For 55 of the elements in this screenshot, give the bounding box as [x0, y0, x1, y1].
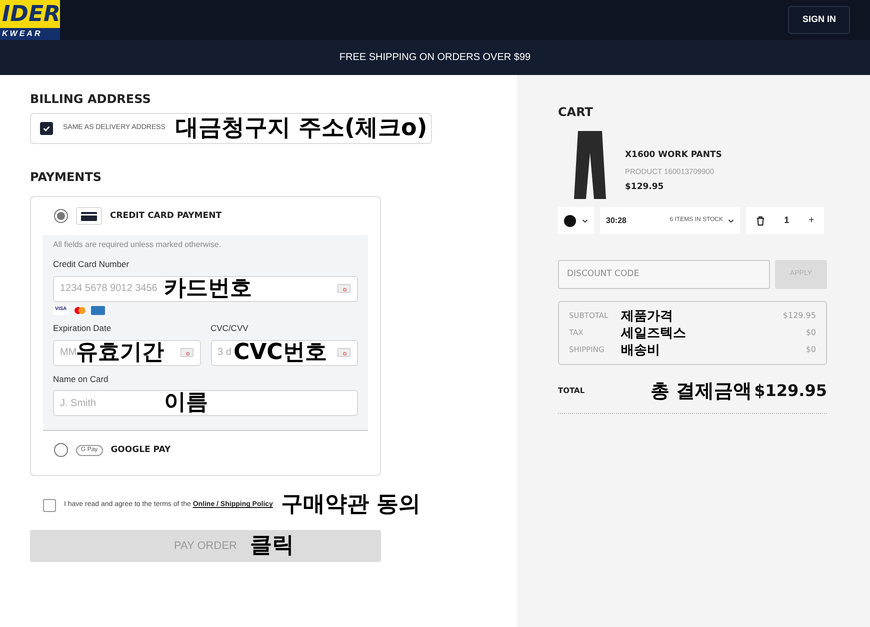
- product-name: X1600 WORK PANTS: [625, 149, 722, 162]
- summary-value: $129.95: [782, 310, 816, 322]
- annotation-text: 배송비: [621, 344, 661, 356]
- section-title: PAYMENTS: [30, 169, 103, 186]
- placeholder-text: 1234 5678 9012 3456: [60, 282, 158, 296]
- placeholder-text: MM: [60, 346, 77, 360]
- field-label: CVC/CVV: [210, 322, 250, 334]
- color-select[interactable]: [558, 207, 594, 234]
- chevron-down-icon: [582, 218, 588, 222]
- field-label: Name on Card: [53, 372, 110, 386]
- increase-button[interactable]: +: [808, 213, 814, 228]
- option-label: CREDIT CARD PAYMENT: [110, 210, 222, 222]
- annotation-text: 이름: [164, 392, 208, 414]
- field-label: Credit Card Number: [53, 258, 130, 271]
- trash-icon[interactable]: [756, 216, 765, 226]
- annotation-text: 유효기간: [76, 342, 164, 364]
- card-icon: [337, 284, 351, 294]
- logo[interactable]: IDER KWEAR: [0, 0, 60, 40]
- quantity-value: 1: [784, 214, 790, 227]
- placeholder-text: DISCOUNT CODE: [567, 268, 640, 281]
- checkbox[interactable]: [43, 498, 56, 512]
- credit-card-icon: [76, 207, 102, 225]
- input-field[interactable]: 1234 5678 9012 3456 카드번호: [53, 276, 358, 302]
- annotation-text: 총 결제금액: [650, 382, 752, 400]
- radio-button[interactable]: [54, 209, 68, 223]
- size-value: 30:28: [606, 214, 626, 226]
- summary-value: $0: [806, 344, 816, 356]
- card-icon: [180, 348, 194, 357]
- option-label: GOOGLE PAY: [110, 444, 171, 457]
- annotation-text: 제품가격: [621, 310, 674, 322]
- field-label: Expiration Date: [53, 322, 112, 334]
- checkbox[interactable]: [40, 122, 53, 135]
- mastercard-logo: [72, 306, 87, 315]
- payment-option[interactable]: CREDIT CARD PAYMENT: [31, 197, 380, 235]
- annotation-text: 카드번호: [164, 278, 252, 300]
- checkmark-icon: [42, 124, 51, 133]
- annotation-text: 세일즈텍스: [621, 326, 687, 340]
- product-price: $129.95: [625, 181, 665, 194]
- total-value: $129.95: [754, 380, 827, 402]
- shipping-banner: FREE SHIPPING ON ORDERS OVER $99: [0, 40, 870, 75]
- summary-value: $0: [806, 327, 816, 339]
- card-icon: [337, 348, 351, 357]
- annotation-text: 구매약관 동의: [280, 494, 421, 516]
- annotation-text: 클릭: [250, 535, 294, 558]
- chevron-down-icon: [728, 218, 734, 222]
- radio-button[interactable]: [54, 443, 68, 458]
- annotation-text: 대금청구지 주소(체크o): [175, 117, 428, 140]
- sign-in-button[interactable]: SIGN IN: [788, 6, 850, 34]
- placeholder-text: 3 d: [218, 346, 232, 360]
- section-title: BILLING ADDRESS: [30, 91, 152, 108]
- placeholder-text: J. Smith: [60, 396, 96, 411]
- section-title: CART: [558, 104, 594, 121]
- input-field[interactable]: J. Smith 이름: [53, 390, 358, 416]
- annotation-text: CVC번호: [234, 342, 327, 364]
- form-note: All fields are required unless marked otherwise.: [53, 239, 222, 251]
